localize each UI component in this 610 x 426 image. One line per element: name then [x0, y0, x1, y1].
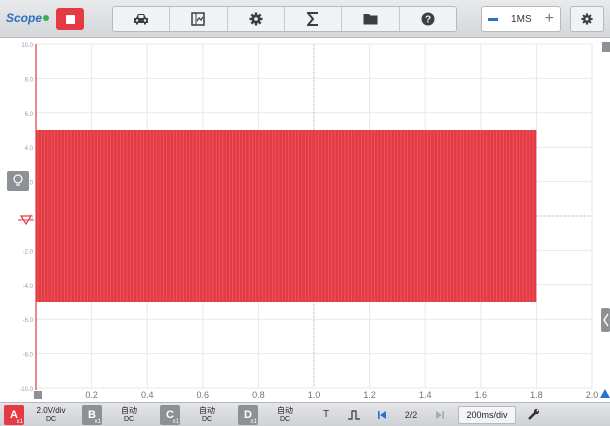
waveform-envelope: [36, 130, 537, 302]
sigma-icon: [307, 12, 319, 26]
scroll-handle-top[interactable]: [602, 42, 610, 52]
math-button[interactable]: [285, 7, 343, 31]
channel-a-settings[interactable]: 2.0V/div DC: [24, 406, 78, 424]
x-tick-label: 1.4: [419, 390, 432, 400]
status-dot-icon: [43, 15, 50, 21]
zoom-level: 1MS: [511, 13, 532, 25]
channel-b-coupling: DC: [123, 415, 135, 423]
top-toolbar: Scope ? 1MS +: [0, 0, 610, 38]
x-tick-label: 0.2: [85, 390, 98, 400]
timebase-selector[interactable]: 200ms/div: [458, 405, 516, 424]
x-tick-label: 1.2: [363, 390, 376, 400]
channel-c-range: 自动: [199, 405, 215, 415]
folder-icon: [363, 14, 378, 25]
channel-bar: Ax1 2.0V/div DC Bx1 自动 DC Cx1 自动 DC Dx1 自动 D…: [0, 402, 610, 426]
channel-a-waveform: [36, 130, 537, 302]
x-tick-label: 2.0: [586, 390, 599, 400]
channel-d-button[interactable]: Dx1: [238, 404, 258, 425]
vehicle-button[interactable]: [113, 7, 171, 31]
channel-b-range: 自动: [121, 405, 137, 415]
channel-a-coupling: DC: [45, 415, 57, 423]
light-bulb-button[interactable]: [7, 171, 29, 191]
channel-c-coupling: DC: [201, 415, 213, 423]
tools-button[interactable]: [518, 405, 548, 425]
x-tick-label: 0.4: [141, 390, 154, 400]
channel-d-range: 自动: [277, 405, 293, 415]
svg-text:?: ?: [425, 15, 431, 26]
settings-button[interactable]: [570, 6, 604, 32]
scope-app: Scope ? 1MS + 10.0 8.0 6.0 4.0 0 -2.0 -4…: [0, 0, 610, 426]
trigger-label: T: [322, 409, 330, 420]
cursor-panel-button[interactable]: [170, 7, 228, 31]
channel-a-button[interactable]: Ax1: [4, 404, 24, 425]
cursor-handle[interactable]: [34, 391, 42, 399]
x-tick-label: 0.8: [252, 390, 265, 400]
channel-a-probe: x1: [16, 418, 23, 425]
y-tick-label: -4.0: [23, 284, 34, 290]
trigger-mode-button[interactable]: T: [312, 405, 340, 425]
trigger-edge-button[interactable]: [340, 405, 368, 425]
x-tick-label: 1.8: [530, 390, 543, 400]
channel-a-range: 2.0V/div: [36, 405, 66, 415]
waveform-plot[interactable]: 10.08.06.04.02.00-2.0-4.0-6.0-8.0-10.0 0…: [0, 40, 610, 400]
rising-edge-icon: [348, 409, 360, 420]
y-tick-label: 8.0: [25, 77, 34, 83]
channel-b-probe: x1: [94, 418, 101, 425]
help-icon: ?: [421, 12, 435, 26]
wrench-icon: [527, 408, 539, 420]
channel-c-button[interactable]: Cx1: [160, 404, 180, 425]
skip-forward-icon: [436, 410, 444, 419]
channel-b-settings[interactable]: 自动 DC: [102, 406, 156, 424]
y-tick-label: -10.0: [19, 387, 33, 393]
stop-icon: [65, 14, 75, 24]
zoom-control: 1MS +: [481, 6, 561, 32]
settings-tool-button[interactable]: [228, 7, 285, 31]
app-name: Scope: [6, 11, 43, 25]
side-panel-toggle[interactable]: [601, 308, 610, 332]
y-tick-label: 4.0: [25, 146, 34, 152]
last-page-button[interactable]: [426, 405, 454, 425]
channel-c-probe: x1: [172, 418, 179, 425]
files-button[interactable]: [342, 7, 400, 31]
cursor-panel-icon: [191, 12, 206, 26]
stop-button[interactable]: [56, 8, 84, 30]
y-tick-label: -2.0: [23, 249, 34, 255]
skip-back-icon: [378, 410, 386, 419]
help-button[interactable]: ?: [400, 7, 456, 31]
channel-d-coupling: DC: [279, 415, 291, 423]
app-logo: Scope: [6, 11, 50, 25]
gear-icon: [249, 12, 263, 26]
gear-icon: [581, 13, 593, 25]
y-tick-label: 10.0: [21, 43, 33, 49]
toolbar-button-group: ?: [112, 6, 457, 32]
car-icon: [134, 14, 149, 25]
zoom-in-button[interactable]: +: [545, 11, 554, 27]
y-tick-label: -6.0: [23, 318, 34, 324]
channel-b-button[interactable]: Bx1: [82, 404, 102, 425]
x-tick-label: 0.6: [197, 390, 210, 400]
zoom-out-button[interactable]: [488, 17, 498, 21]
channel-c-settings[interactable]: 自动 DC: [180, 406, 234, 424]
y-tick-label: 6.0: [25, 112, 34, 118]
x-tick-label: 1.0: [308, 390, 321, 400]
x-tick-label: 1.6: [475, 390, 488, 400]
channel-d-settings[interactable]: 自动 DC: [258, 406, 312, 424]
page-indicator: 2/2: [404, 409, 418, 420]
channel-d-probe: x1: [250, 418, 257, 425]
y-tick-label: -8.0: [23, 353, 34, 359]
first-page-button[interactable]: [368, 405, 396, 425]
